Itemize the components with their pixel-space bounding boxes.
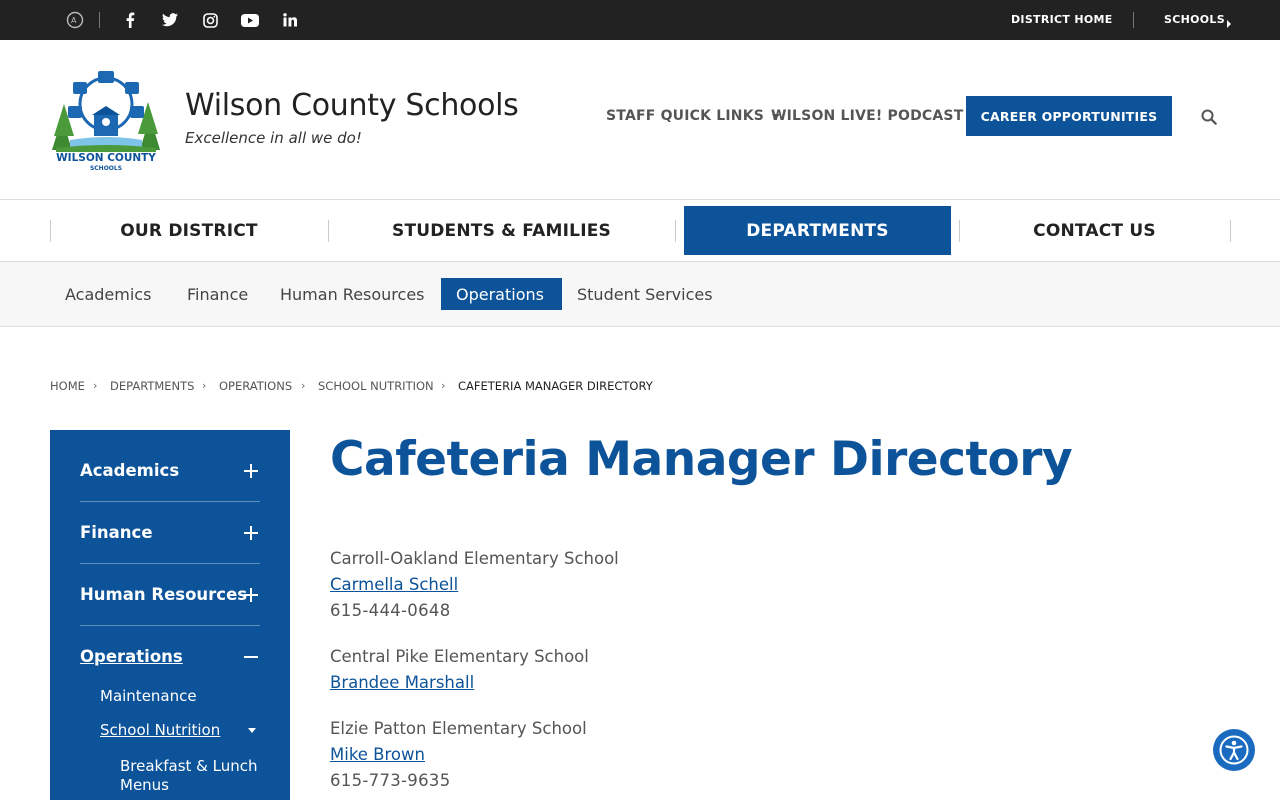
chevron-right-icon: › (93, 379, 98, 392)
school-name: Central Pike Elementary School (330, 647, 589, 666)
caret-right-icon (1226, 14, 1232, 33)
sub-nav-operations[interactable]: Operations (441, 278, 562, 310)
sub-nav: Academics Finance Human Resources Operat… (0, 262, 1280, 327)
plus-icon[interactable] (243, 463, 259, 479)
accessibility-button[interactable] (1213, 729, 1255, 771)
chevron-right-icon: › (301, 379, 306, 392)
caret-down-icon[interactable] (248, 728, 256, 733)
career-opportunities-button[interactable]: CAREER OPPORTUNITIES (966, 96, 1172, 136)
main-nav-contact-us[interactable]: CONTACT US (960, 206, 1229, 255)
page-title: Cafeteria Manager Directory (330, 432, 1073, 487)
sub-nav-student-services[interactable]: Student Services (562, 278, 728, 310)
phone-number: 615-444-0648 (330, 601, 451, 620)
phone-number: 615-773-9635 (330, 771, 451, 790)
manager-link[interactable]: Carmella Schell (330, 575, 458, 594)
svg-text:SCHOOLS: SCHOOLS (90, 165, 122, 172)
staff-quick-links-label: STAFF QUICK LINKS (606, 108, 765, 124)
manager-link[interactable]: Brandee Marshall (330, 673, 474, 692)
sidebar-sub-menus[interactable]: Menus (120, 776, 169, 794)
school-name: Elzie Patton Elementary School (330, 719, 587, 738)
main-nav: OUR DISTRICT STUDENTS & FAMILIES DEPARTM… (0, 199, 1280, 262)
sidebar-nav: Academics Finance Human Resources Operat… (50, 430, 290, 800)
site-tagline: Excellence in all we do! (185, 129, 362, 147)
youtube-icon[interactable] (240, 10, 260, 30)
sidebar-sub-breakfast-lunch[interactable]: Breakfast & Lunch (120, 757, 258, 775)
facebook-icon[interactable] (120, 10, 140, 30)
manager-link[interactable]: Mike Brown (330, 745, 425, 764)
site-name[interactable]: Wilson County Schools (185, 88, 519, 123)
search-icon[interactable] (1200, 108, 1218, 126)
linkedin-icon[interactable] (280, 10, 300, 30)
sidebar-item-human-resources[interactable]: Human Resources (80, 585, 260, 604)
main-nav-our-district[interactable]: OUR DISTRICT (51, 206, 327, 255)
sub-nav-human-resources[interactable]: Human Resources (265, 278, 440, 310)
svg-text:A: A (71, 16, 77, 25)
breadcrumb-operations[interactable]: OPERATIONS (219, 379, 292, 393)
chevron-right-icon: › (441, 379, 446, 392)
main-nav-students-families[interactable]: STUDENTS & FAMILIES (329, 206, 674, 255)
plus-icon[interactable] (243, 525, 259, 541)
plus-icon[interactable] (243, 587, 259, 603)
chevron-right-icon: › (202, 379, 207, 392)
breadcrumb-school-nutrition[interactable]: SCHOOL NUTRITION (318, 379, 434, 393)
breadcrumb-home[interactable]: HOME (50, 379, 85, 393)
district-home-link[interactable]: DISTRICT HOME (1011, 13, 1113, 26)
twitter-icon[interactable] (160, 10, 180, 30)
sidebar-sub-maintenance[interactable]: Maintenance (100, 687, 197, 705)
sidebar-item-academics[interactable]: Academics (80, 461, 260, 480)
sidebar-item-finance[interactable]: Finance (80, 523, 260, 542)
svg-text:WILSON COUNTY: WILSON COUNTY (56, 152, 156, 164)
schools-link[interactable]: SCHOOLS (1164, 13, 1225, 26)
staff-quick-links-menu[interactable]: STAFF QUICK LINKS (606, 108, 781, 124)
podcast-link[interactable]: WILSON LIVE! PODCAST (771, 108, 963, 124)
instagram-icon[interactable] (200, 10, 220, 30)
sidebar-item-operations[interactable]: Operations (80, 647, 260, 666)
district-logo[interactable]: WILSON COUNTY SCHOOLS (50, 68, 162, 172)
sidebar-sub-school-nutrition[interactable]: School Nutrition (100, 721, 220, 739)
sub-nav-academics[interactable]: Academics (50, 278, 166, 310)
sub-nav-finance[interactable]: Finance (172, 278, 263, 310)
school-name: Carroll-Oakland Elementary School (330, 549, 619, 568)
main-nav-departments[interactable]: DEPARTMENTS (684, 206, 951, 255)
top-bar: A DISTRICT HOME SCHOOLS (0, 0, 1280, 40)
breadcrumb-current: CAFETERIA MANAGER DIRECTORY (458, 379, 653, 393)
minus-icon[interactable] (243, 649, 259, 665)
translate-icon[interactable]: A (65, 10, 85, 30)
breadcrumb-departments[interactable]: DEPARTMENTS (110, 379, 194, 393)
accessibility-icon (1219, 735, 1249, 765)
